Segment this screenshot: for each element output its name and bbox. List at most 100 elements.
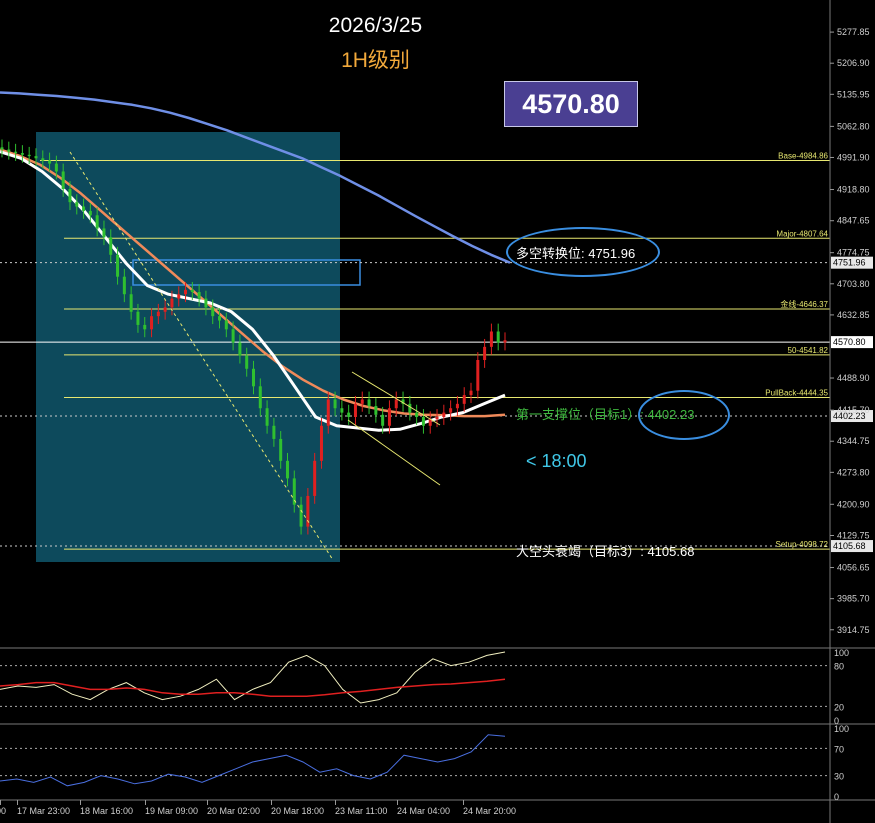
switch-level-note: 多空转换位: 4751.96 xyxy=(516,246,636,261)
candle-body xyxy=(367,399,371,407)
candle-body xyxy=(489,331,493,347)
candle-body xyxy=(319,425,323,461)
osc2-tick-label: 30 xyxy=(834,772,844,782)
candle-body xyxy=(14,151,18,154)
candle-body xyxy=(326,399,330,426)
candle-body xyxy=(7,149,11,152)
time-tick-label: 00 xyxy=(0,806,6,816)
candle-body xyxy=(483,346,487,360)
price-tick-label: 4774.75 xyxy=(837,248,870,258)
price-tick-label: 3985.70 xyxy=(837,594,870,604)
candle-body xyxy=(218,316,222,321)
candle-body xyxy=(415,412,419,417)
candle-body xyxy=(224,320,228,330)
time-tick-label: 17 Mar 23:00 xyxy=(17,806,70,816)
candle-body xyxy=(170,298,174,308)
level-label: PullBack-4444.35 xyxy=(765,389,828,398)
candle-body xyxy=(279,438,283,461)
candle-body xyxy=(231,329,235,343)
price-tick-label: 4703.80 xyxy=(837,279,870,289)
candle-body xyxy=(0,147,4,150)
osc2-tick-label: 70 xyxy=(834,744,844,754)
candle-body xyxy=(360,399,364,404)
candle-body xyxy=(353,403,357,417)
time-note: < 18:00 xyxy=(526,451,587,471)
osc1-tick-label: 80 xyxy=(834,662,844,672)
candle-body xyxy=(190,289,194,293)
candle-body xyxy=(184,289,188,295)
price-tick-label: 5062.80 xyxy=(837,121,870,131)
candle-body xyxy=(156,311,160,317)
level-label: 50-4541.82 xyxy=(788,346,829,355)
candle-body xyxy=(204,298,208,308)
candle-body xyxy=(476,360,480,391)
price-tick-label: 5135.95 xyxy=(837,89,870,99)
candle-body xyxy=(34,156,38,159)
osc2-tick-label: 0 xyxy=(834,792,839,802)
osc2-tick-label: 100 xyxy=(834,724,849,734)
time-tick-label: 20 Mar 02:00 xyxy=(207,806,260,816)
price-tick-label: 4056.65 xyxy=(837,563,870,573)
candle-body xyxy=(394,399,398,409)
time-tick-label: 19 Mar 09:00 xyxy=(145,806,198,816)
candle-body xyxy=(313,460,317,496)
current-price-badge: 4570.80 xyxy=(504,81,638,127)
price-tick-label: 4129.75 xyxy=(837,530,870,540)
candle-body xyxy=(48,160,52,164)
candle-body xyxy=(116,254,120,277)
osc1-line-b xyxy=(0,678,506,697)
candle-body xyxy=(503,340,507,343)
candle-body xyxy=(496,331,500,343)
level-tag: 4105.68 xyxy=(833,541,866,551)
candle-body xyxy=(245,355,249,369)
candle-body xyxy=(177,294,181,299)
time-tick-label: 23 Mar 11:00 xyxy=(335,806,387,816)
price-tick-label: 3914.75 xyxy=(837,625,870,635)
level-tag: 4751.96 xyxy=(833,258,866,268)
candle-body xyxy=(347,412,351,417)
candle-body xyxy=(333,399,337,409)
time-tick-label: 24 Mar 20:00 xyxy=(463,806,516,816)
level-label: Major-4807.64 xyxy=(776,229,828,238)
osc1-tick-label: 20 xyxy=(834,702,844,712)
level-label: 金线-4646.37 xyxy=(780,299,828,309)
candle-body xyxy=(102,228,106,238)
candle-body xyxy=(387,408,391,426)
candle-body xyxy=(374,406,378,415)
candle-body xyxy=(252,368,255,387)
price-tick-label: 4847.65 xyxy=(837,216,870,226)
candle-body xyxy=(129,294,133,312)
osc1-tick-label: 100 xyxy=(834,648,849,658)
candle-body xyxy=(54,163,58,172)
oscillator-1: 10080200 xyxy=(0,648,849,726)
time-axis: 00 17 Mar 23:00 18 Mar 16:00 19 Mar 09:00 20… xyxy=(0,800,516,816)
candle-body xyxy=(143,324,147,330)
candle-body xyxy=(27,154,31,157)
candle-body xyxy=(272,425,276,439)
time-tick-label: 24 Mar 04:00 xyxy=(397,806,450,816)
candle-body xyxy=(163,307,167,312)
candle-body xyxy=(95,215,99,229)
oscillator-2: 100 70 30 0 xyxy=(0,724,849,802)
candle-body xyxy=(122,276,126,295)
candle-body xyxy=(68,189,72,203)
channel-upper xyxy=(351,371,441,426)
candle-body xyxy=(88,210,92,216)
candle-body xyxy=(408,403,412,413)
price-tick-label: 4991.90 xyxy=(837,152,870,162)
price-tick-label: 4273.80 xyxy=(837,467,870,477)
level-label: Setup-4098.72 xyxy=(776,540,829,549)
candle-body xyxy=(136,311,140,325)
candle-body xyxy=(238,342,242,356)
candle-body xyxy=(20,153,24,155)
price-tick-label: 4632.85 xyxy=(837,310,870,320)
osc2-line xyxy=(0,734,506,787)
candle-body xyxy=(340,408,344,413)
candle-body xyxy=(258,386,262,409)
price-tick-label: 4918.80 xyxy=(837,185,870,195)
price-tick-label: 4488.90 xyxy=(837,373,870,383)
price-tick-label: 4415.70 xyxy=(837,405,870,415)
support-level-note: 第一支撑位（目标1）: 4402.23 xyxy=(516,407,695,422)
candle-body xyxy=(449,408,453,413)
candle-body xyxy=(265,408,269,426)
